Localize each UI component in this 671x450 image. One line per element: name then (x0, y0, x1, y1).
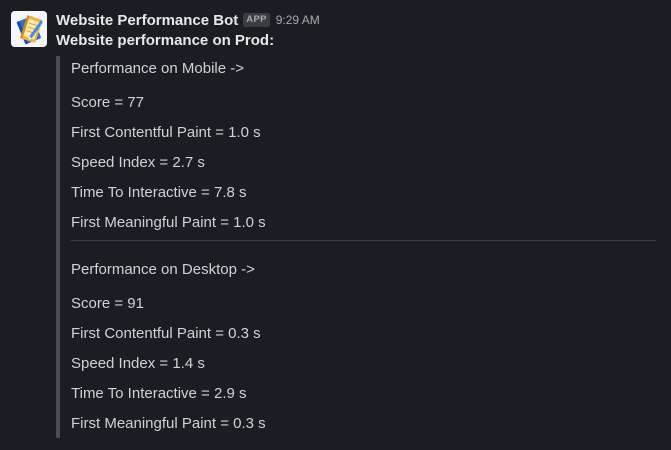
desktop-fcp: First Contentful Paint = 0.3 s (71, 325, 261, 342)
desktop-heading: Performance on Desktop -> (71, 261, 255, 278)
mobile-fcp: First Contentful Paint = 1.0 s (71, 124, 261, 141)
desktop-score: Score = 91 (71, 295, 144, 312)
message-title: Website performance on Prod: (56, 32, 275, 49)
desktop-speed-index: Speed Index = 1.4 s (71, 355, 205, 372)
notebook-icon (11, 11, 47, 47)
slack-message: Website Performance Bot APP 9:29 AM Webs… (0, 0, 671, 450)
mobile-fmp: First Meaningful Paint = 1.0 s (71, 214, 266, 231)
mobile-heading: Performance on Mobile -> (71, 60, 244, 77)
message-timestamp[interactable]: 9:29 AM (276, 13, 320, 27)
desktop-fmp: First Meaningful Paint = 0.3 s (71, 415, 266, 432)
mobile-speed-index: Speed Index = 2.7 s (71, 154, 205, 171)
message-header: Website Performance Bot APP 9:29 AM (56, 9, 320, 31)
mobile-tti: Time To Interactive = 7.8 s (71, 184, 247, 201)
mobile-score: Score = 77 (71, 94, 144, 111)
section-divider (71, 240, 656, 241)
bot-avatar[interactable] (11, 11, 47, 47)
desktop-tti: Time To Interactive = 2.9 s (71, 385, 247, 402)
bot-name[interactable]: Website Performance Bot (56, 12, 238, 29)
attachment: Performance on Mobile -> Score = 77 Firs… (56, 56, 656, 438)
app-badge: APP (243, 13, 270, 27)
